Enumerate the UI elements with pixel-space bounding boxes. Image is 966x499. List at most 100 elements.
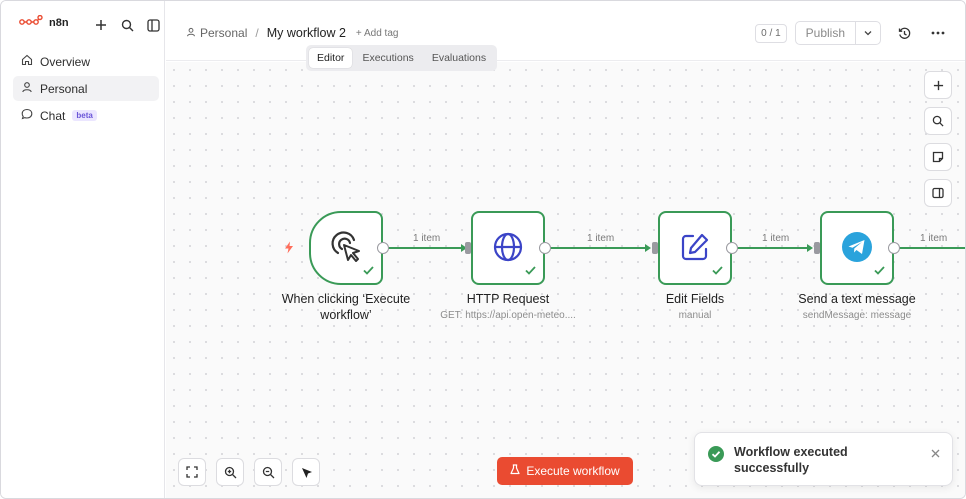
flask-icon xyxy=(510,464,520,478)
n8n-logo-icon xyxy=(19,14,43,30)
tab-evaluations[interactable]: Evaluations xyxy=(424,48,494,68)
connection-wire[interactable] xyxy=(550,247,647,249)
publish-button[interactable]: Publish xyxy=(796,22,856,44)
logo[interactable]: n8n xyxy=(19,14,69,30)
panel-toggle-button[interactable] xyxy=(924,179,952,207)
sidebar-item-label: Chat xyxy=(40,108,66,123)
lightning-icon xyxy=(284,241,294,257)
home-icon xyxy=(21,54,33,69)
sidebar-item-label: Overview xyxy=(40,54,91,69)
execute-workflow-label: Execute workflow xyxy=(526,464,620,478)
check-circle-icon xyxy=(708,446,724,465)
search-nodes-button[interactable] xyxy=(924,107,952,135)
app-window: n8n Overview Personal Chat beta Personal… xyxy=(0,0,966,499)
tidy-up-button[interactable] xyxy=(292,458,320,486)
user-icon xyxy=(186,26,196,40)
connection-label: 1 item xyxy=(762,233,790,244)
breadcrumb-project-label: Personal xyxy=(200,26,248,40)
sticky-note-button[interactable] xyxy=(924,143,952,171)
close-icon[interactable] xyxy=(931,447,940,461)
pencil-icon xyxy=(680,232,710,265)
success-toast: Workflow executed successfully xyxy=(694,432,953,486)
globe-icon xyxy=(492,231,524,266)
search-icon xyxy=(932,115,944,127)
sidebar-item-personal[interactable]: Personal xyxy=(13,76,159,101)
logo-text: n8n xyxy=(49,16,69,29)
check-icon xyxy=(525,264,536,278)
node-title: When clicking ‘Execute workflow’ xyxy=(281,292,411,322)
connection-wire[interactable] xyxy=(737,247,809,249)
connection-arrow xyxy=(807,244,813,252)
plus-icon xyxy=(933,80,943,90)
node-edit-fields[interactable] xyxy=(658,211,732,285)
sidebar-nav: Overview Personal Chat beta xyxy=(13,49,159,130)
toast-message: Workflow executed successfully xyxy=(734,445,848,475)
input-handle[interactable] xyxy=(814,242,820,254)
zoom-in-icon xyxy=(224,466,236,478)
panel-icon xyxy=(932,187,944,199)
pointer-click-icon xyxy=(329,230,363,267)
publish-group: Publish xyxy=(794,21,881,45)
node-title: Send a text message xyxy=(798,292,916,306)
check-icon xyxy=(363,264,374,278)
node-telegram[interactable] xyxy=(820,211,894,285)
breadcrumb-separator: / xyxy=(255,26,259,40)
node-http-request[interactable] xyxy=(471,211,545,285)
sidebar-item-label: Personal xyxy=(40,81,88,96)
user-icon xyxy=(21,81,33,96)
sidebar-item-overview[interactable]: Overview xyxy=(13,49,159,74)
add-tag-button[interactable]: + Add tag xyxy=(356,28,399,39)
header-actions: 0 / 1 Publish xyxy=(755,21,949,45)
breadcrumb-project[interactable]: Personal xyxy=(186,26,247,40)
execute-workflow-button[interactable]: Execute workflow xyxy=(497,457,633,485)
tab-executions[interactable]: Executions xyxy=(354,48,421,68)
publish-dropdown-button[interactable] xyxy=(856,22,880,44)
broom-icon xyxy=(301,467,312,478)
connection-arrow xyxy=(645,244,651,252)
node-subtitle: GET: https://api.open-meteo.... xyxy=(440,310,576,321)
chat-icon xyxy=(21,108,33,123)
beta-badge: beta xyxy=(72,110,97,121)
sidebar-item-chat[interactable]: Chat beta xyxy=(13,103,159,128)
node-manual-trigger[interactable] xyxy=(309,211,383,285)
sticky-note-icon xyxy=(932,151,944,163)
node-subtitle: manual xyxy=(678,310,712,321)
header: Personal / My workflow 2 + Add tag 0 / 1… xyxy=(166,1,965,61)
more-icon[interactable] xyxy=(927,22,949,44)
sidebar: n8n Overview Personal Chat beta xyxy=(1,1,165,498)
connection-wire[interactable] xyxy=(899,247,965,249)
zoom-out-button[interactable] xyxy=(254,458,282,486)
tab-editor[interactable]: Editor xyxy=(309,48,353,68)
output-handle[interactable] xyxy=(726,242,738,254)
chevron-down-icon xyxy=(864,31,872,36)
workflow-name[interactable]: My workflow 2 xyxy=(267,26,346,40)
node-title: Edit Fields xyxy=(665,292,725,306)
check-icon xyxy=(874,264,885,278)
connection-wire[interactable] xyxy=(388,247,464,249)
history-icon[interactable] xyxy=(893,22,915,44)
fit-view-icon xyxy=(186,466,198,478)
check-icon xyxy=(712,264,723,278)
connection-label: 1 item xyxy=(413,233,441,244)
output-handle[interactable] xyxy=(377,242,389,254)
output-handle[interactable] xyxy=(888,242,900,254)
telegram-icon xyxy=(841,231,873,266)
plus-icon[interactable] xyxy=(93,17,109,33)
canvas-bottom-tools xyxy=(178,458,320,486)
node-subtitle: sendMessage: message xyxy=(802,310,912,321)
node-title: HTTP Request xyxy=(466,292,550,306)
version-counter: 0 / 1 xyxy=(755,23,787,43)
zoom-in-button[interactable] xyxy=(216,458,244,486)
canvas-right-tools xyxy=(924,71,952,207)
zoom-out-icon xyxy=(262,466,274,478)
sidebar-actions xyxy=(93,17,161,33)
search-icon[interactable] xyxy=(119,17,135,33)
add-node-button[interactable] xyxy=(924,71,952,99)
fit-view-button[interactable] xyxy=(178,458,206,486)
breadcrumb: Personal / My workflow 2 + Add tag xyxy=(186,26,398,40)
input-handle[interactable] xyxy=(465,242,471,254)
sidebar-toggle-icon[interactable] xyxy=(145,17,161,33)
output-handle[interactable] xyxy=(539,242,551,254)
connection-label: 1 item xyxy=(587,233,615,244)
input-handle[interactable] xyxy=(652,242,658,254)
